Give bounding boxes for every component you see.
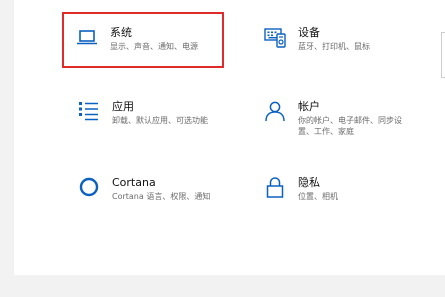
tile-system[interactable]: 系统 显示、声音、通知、电源 xyxy=(62,12,224,68)
tile-apps[interactable]: 应用 卸载、默认应用、可选功能 xyxy=(64,86,226,142)
cortana-circle-icon xyxy=(78,176,100,198)
tile-description: Cortana 语言、权限、通知 xyxy=(112,192,211,201)
lock-icon xyxy=(264,176,286,198)
list-icon xyxy=(78,100,100,122)
partial-tile-edge xyxy=(441,32,445,78)
tile-cortana[interactable]: Cortana Cortana 语言、权限、通知 xyxy=(64,162,226,218)
laptop-icon xyxy=(76,26,98,48)
tile-description: 蓝牙、打印机、鼠标 xyxy=(298,42,370,51)
tile-devices[interactable]: 设备 蓝牙、打印机、鼠标 xyxy=(250,12,412,68)
tile-privacy[interactable]: 隐私 位置、相机 xyxy=(250,162,412,218)
tile-title: 系统 xyxy=(110,26,132,39)
keyboard-icon xyxy=(264,26,286,48)
tile-title: 帐户 xyxy=(298,100,320,113)
tile-title: Cortana xyxy=(112,176,156,189)
tile-description: 位置、相机 xyxy=(298,192,338,201)
tile-title: 应用 xyxy=(112,100,134,113)
person-icon xyxy=(264,100,286,122)
tile-description: 你的帐户、电子邮件、同步设置、工作、家庭 xyxy=(298,116,402,136)
tile-title: 设备 xyxy=(298,26,320,39)
tile-description: 显示、声音、通知、电源 xyxy=(110,42,198,51)
tile-title: 隐私 xyxy=(298,176,320,189)
tile-accounts[interactable]: 帐户 你的帐户、电子邮件、同步设置、工作、家庭 xyxy=(250,86,412,142)
tile-description: 卸载、默认应用、可选功能 xyxy=(112,116,208,125)
settings-grid: 系统 显示、声音、通知、电源 设备 蓝牙、打印机、鼠标 应用 卸载、默认应用、可… xyxy=(14,0,445,275)
